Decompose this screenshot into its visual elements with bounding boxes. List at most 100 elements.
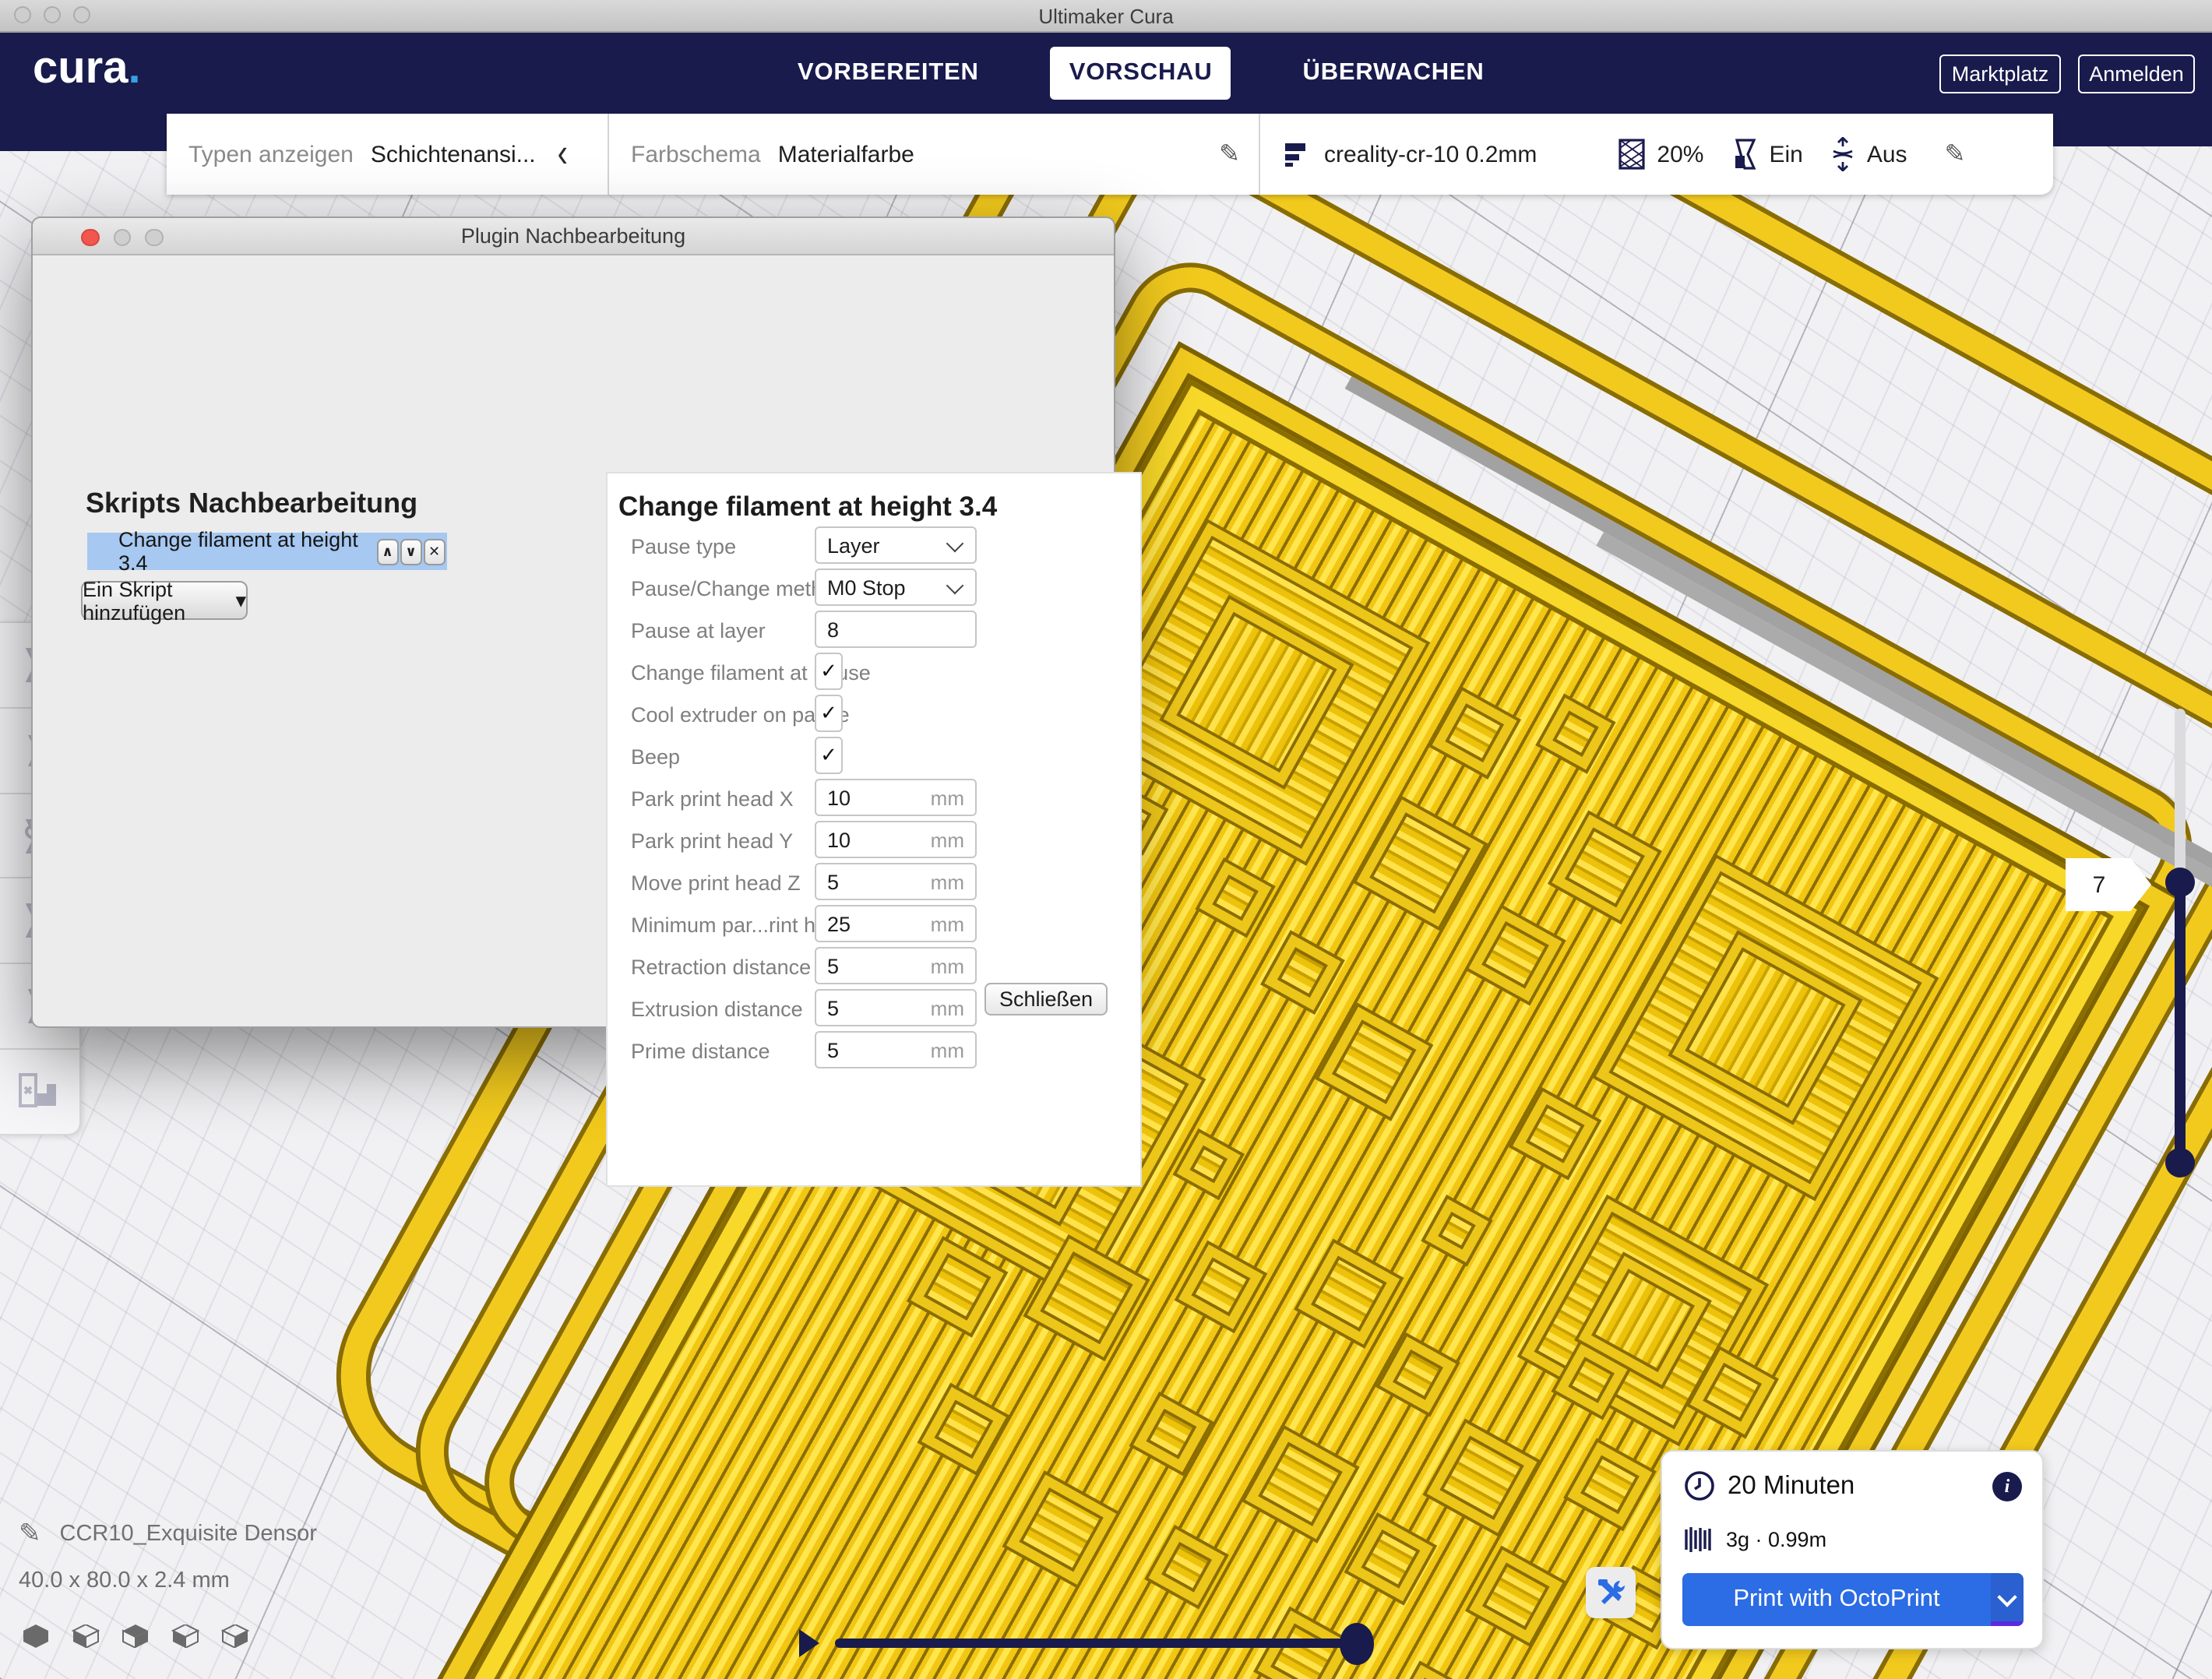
play-button[interactable] <box>799 1629 819 1657</box>
collapse-chevron-icon[interactable]: ‹ <box>558 134 568 174</box>
tool-per-model-settings-icon[interactable] <box>0 1050 79 1134</box>
script-setting-row: Pause at layer8 <box>608 609 1140 651</box>
view-cube-front-icon[interactable] <box>72 1624 100 1648</box>
setting-value: 8 <box>827 618 975 641</box>
script-setting-row: Pause typeLayer <box>608 525 1140 567</box>
qr-finder-inner <box>1671 934 1859 1121</box>
remove-script-button[interactable]: ✕ <box>424 538 445 565</box>
script-setting-row: Pause/Change methodM0 Stop <box>608 567 1140 609</box>
support-value: Ein <box>1769 141 1802 167</box>
close-dialog-button[interactable]: Schließen <box>984 983 1108 1015</box>
qr-module-block <box>1432 691 1517 776</box>
qr-module-block <box>1425 1199 1489 1262</box>
setting-input[interactable]: 5mm <box>815 1031 977 1068</box>
move-script-down-button[interactable]: ∨ <box>400 538 421 565</box>
edit-pencil-icon[interactable]: ✎ <box>1219 139 1240 170</box>
printer-profile[interactable]: creality-cr-10 0.2mm <box>1324 141 1537 167</box>
playback-slider-track[interactable] <box>835 1639 1357 1648</box>
setting-unit: mm <box>931 1038 964 1061</box>
cura-logo: cura. <box>33 44 141 95</box>
setting-value: 5 <box>827 870 931 893</box>
scripts-heading: Skripts Nachbearbeitung <box>86 488 417 520</box>
selected-script-row[interactable]: Change filament at height 3.4 ∧ ∨ ✕ <box>87 533 447 570</box>
octoprint-accent <box>1991 1621 2024 1626</box>
print-settings-summary[interactable]: creality-cr-10 0.2mm 20% Ein Aus ✎ <box>1260 114 2053 195</box>
setting-checkbox[interactable]: ✓ <box>815 695 843 732</box>
info-icon[interactable]: i <box>1992 1472 2022 1501</box>
setting-select[interactable]: Layer <box>815 526 977 564</box>
qr-module-block <box>1178 1244 1263 1329</box>
view-type-selector[interactable]: Typen anzeigen Schichtenansi... ‹ <box>167 114 608 195</box>
setting-label: Extrusion distance <box>631 997 803 1020</box>
print-options-dropdown[interactable] <box>1991 1573 2024 1626</box>
layer-slider-range <box>2175 882 2186 1165</box>
window-controls[interactable] <box>14 6 90 23</box>
material-usage: 3g · 0.99m <box>1726 1527 1826 1551</box>
qr-module-block <box>1298 1243 1400 1345</box>
setting-input[interactable]: 8 <box>815 611 977 648</box>
script-setting-row: Change filament at pause✓ <box>608 651 1140 693</box>
view-cube-left-icon[interactable] <box>171 1624 199 1648</box>
qr-module-block <box>1380 1336 1456 1413</box>
setting-checkbox[interactable]: ✓ <box>815 737 843 774</box>
script-setting-row: Park print head X10mm <box>608 777 1140 819</box>
setting-unit: mm <box>931 828 964 851</box>
setting-input[interactable]: 5mm <box>815 863 977 900</box>
setting-unit: mm <box>931 996 964 1019</box>
qr-module-block <box>1552 815 1657 920</box>
setting-input[interactable]: 5mm <box>815 989 977 1026</box>
macos-titlebar: Ultimaker Cura <box>0 0 2212 33</box>
print-settings-tools-button[interactable] <box>1586 1567 1636 1618</box>
print-time: 20 Minuten <box>1728 1471 1854 1501</box>
dialog-title: Plugin Nachbearbeitung <box>461 224 685 248</box>
tab-preview[interactable]: VORSCHAU <box>1051 46 1231 99</box>
qr-finder-block <box>1596 858 1935 1197</box>
close-window-button[interactable] <box>14 6 31 23</box>
view-type-value[interactable]: Schichtenansi... <box>371 141 536 167</box>
setting-input[interactable]: 10mm <box>815 821 977 858</box>
tab-monitor[interactable]: ÜBERWACHEN <box>1284 46 1503 99</box>
qr-module-block <box>1568 1442 1653 1527</box>
rename-model-pencil-icon[interactable]: ✎ <box>19 1519 41 1550</box>
view-cube-top-icon[interactable] <box>122 1624 150 1648</box>
setting-value: 10 <box>827 828 931 851</box>
setting-input[interactable]: 25mm <box>815 905 977 942</box>
setting-checkbox[interactable]: ✓ <box>815 653 843 690</box>
script-setting-row: Move print head Z5mm <box>608 861 1140 903</box>
color-scheme-value[interactable]: Materialfarbe <box>778 141 1219 167</box>
setting-input[interactable]: 10mm <box>815 779 977 816</box>
playback-slider-handle[interactable] <box>1340 1623 1374 1665</box>
qr-module-block <box>1391 1665 1476 1679</box>
dialog-titlebar[interactable]: Plugin Nachbearbeitung <box>33 218 1114 255</box>
dialog-close-button[interactable] <box>81 228 99 246</box>
layer-slider-lower-handle[interactable] <box>2165 1148 2195 1177</box>
print-with-octoprint-button[interactable]: Print with OctoPrint <box>1682 1573 2024 1626</box>
view-cube-right-icon[interactable] <box>221 1624 249 1648</box>
minimize-window-button[interactable] <box>44 6 61 23</box>
qr-module-block <box>1469 908 1562 1001</box>
color-scheme-selector[interactable]: Farbschema Materialfarbe ✎ <box>609 114 1259 195</box>
script-settings-panel: Change filament at height 3.4 Pause type… <box>606 472 1142 1187</box>
setting-label: Retraction distance <box>631 955 811 978</box>
view-cube-iso-icon[interactable] <box>22 1624 50 1648</box>
layer-slider-upper-handle[interactable] <box>2165 868 2195 897</box>
move-script-up-button[interactable]: ∧ <box>377 538 398 565</box>
setting-value: Layer <box>827 533 949 557</box>
dialog-window-controls[interactable] <box>81 228 163 246</box>
header-extension-left <box>0 114 167 151</box>
add-script-button[interactable]: Ein Skript hinzufügen▾ <box>81 581 248 620</box>
filament-usage-icon <box>1684 1526 1714 1552</box>
script-setting-row: Minimum par...rint head Z25mm <box>608 903 1140 945</box>
sign-in-button[interactable]: Anmelden <box>2078 55 2195 93</box>
model-name: CCR10_Exquisite Densor <box>60 1522 317 1547</box>
marketplace-button[interactable]: Marktplatz <box>1939 55 2061 93</box>
checkmark-icon: ✓ <box>820 701 837 726</box>
model-dimensions: 40.0 x 80.0 x 2.4 mm <box>19 1568 317 1593</box>
zoom-window-button[interactable] <box>73 6 90 23</box>
tab-prepare[interactable]: VORBEREITEN <box>779 46 998 99</box>
adhesion-icon <box>1831 137 1856 171</box>
setting-select[interactable]: M0 Stop <box>815 568 977 606</box>
setting-value: 10 <box>827 786 931 809</box>
edit-print-settings-pencil-icon[interactable]: ✎ <box>1945 139 1966 170</box>
setting-input[interactable]: 5mm <box>815 947 977 984</box>
